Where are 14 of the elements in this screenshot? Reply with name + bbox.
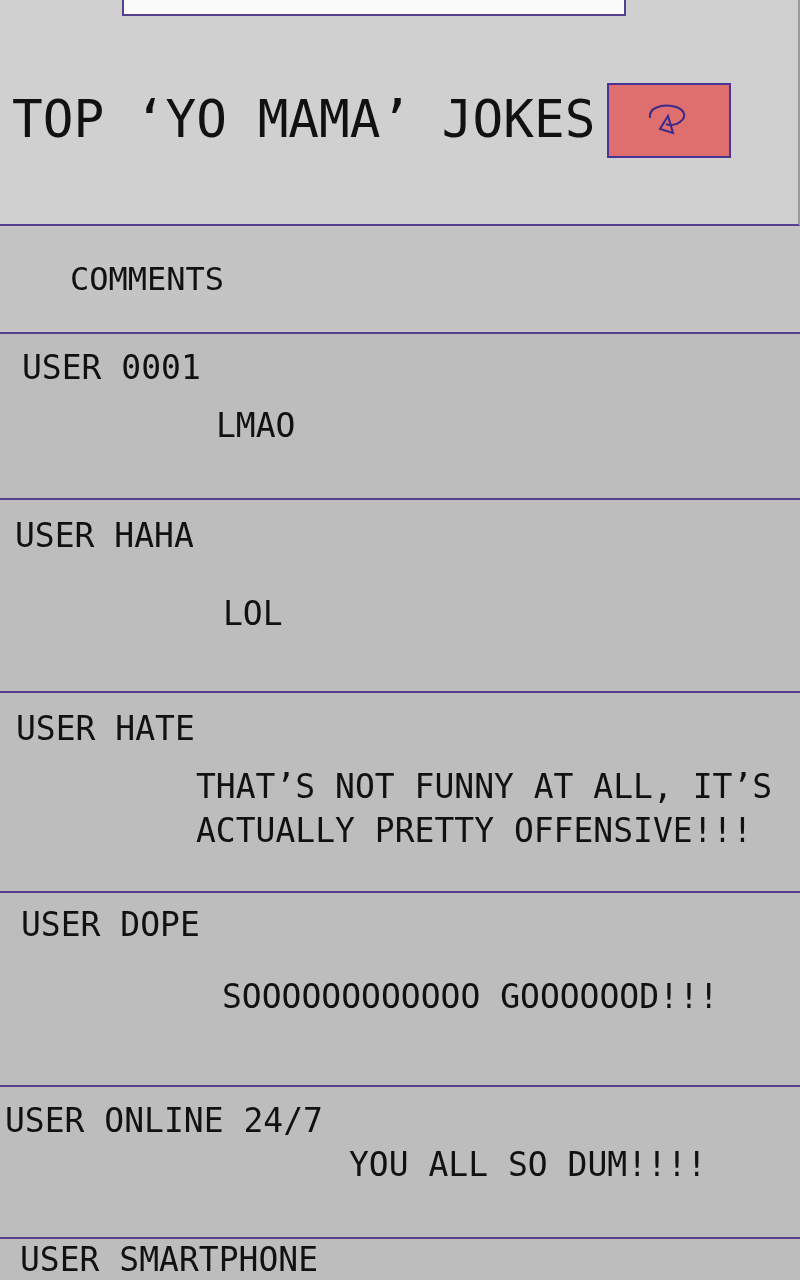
comment-text: LOL: [223, 593, 284, 635]
comment-text: SOOOOOOOOOOOO GOOOOOOD!!!: [222, 976, 720, 1018]
page-title: TOP ‘YO MAMA’ JOKES: [12, 89, 596, 151]
username: USER 0001: [22, 347, 202, 389]
username: USER SMARTPHONE: [20, 1243, 319, 1277]
username: USER ONLINE 24/7: [5, 1100, 324, 1142]
comment-text: YOU ALL SO DUM!!!!: [349, 1144, 708, 1186]
action-button[interactable]: [607, 82, 732, 158]
comment-text: LMAO: [216, 405, 297, 447]
section-heading: COMMENTS: [70, 260, 225, 298]
username: USER HATE: [16, 708, 196, 750]
username: USER DOPE: [21, 904, 201, 946]
comment-text: THAT’S NOT FUNNY AT ALL, IT’S ACTUALLY PRETTY OFFENSIVE!!!: [196, 766, 774, 852]
username: USER HAHA: [15, 515, 195, 557]
